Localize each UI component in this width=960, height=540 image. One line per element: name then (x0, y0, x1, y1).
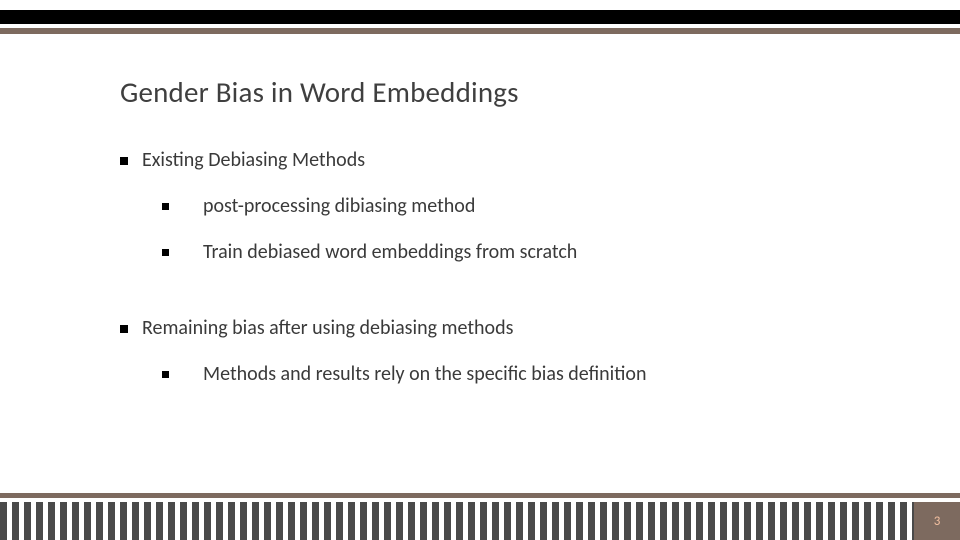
bullet-level2: Train debiased word embeddings from scra… (162, 240, 880, 264)
square-bullet-icon (162, 371, 169, 378)
page-number: 3 (934, 514, 941, 529)
bullet-level1: Existing Debiasing Methods (120, 148, 880, 172)
bullet-level1: Remaining bias after using debiasing met… (120, 316, 880, 340)
bottom-border-brown (0, 493, 960, 498)
section-heading: Existing Debiasing Methods (142, 148, 880, 172)
slide-content: Existing Debiasing Methods post-processi… (120, 148, 880, 394)
square-bullet-icon (120, 325, 128, 333)
square-bullet-icon (162, 249, 169, 256)
section-heading: Remaining bias after using debiasing met… (142, 316, 880, 340)
list-item: Methods and results rely on the specific… (203, 362, 880, 386)
square-bullet-icon (120, 157, 128, 165)
bottom-stripe-pattern (0, 502, 960, 540)
list-item: post-processing dibiasing method (203, 194, 880, 218)
list-item: Train debiased word embeddings from scra… (203, 240, 880, 264)
bullet-level2: Methods and results rely on the specific… (162, 362, 880, 386)
slide-title: Gender Bias in Word Embeddings (120, 74, 519, 110)
top-border-black (0, 10, 960, 24)
page-number-box: 3 (914, 502, 960, 540)
square-bullet-icon (162, 203, 169, 210)
top-border-brown (0, 28, 960, 34)
bullet-level2: post-processing dibiasing method (162, 194, 880, 218)
